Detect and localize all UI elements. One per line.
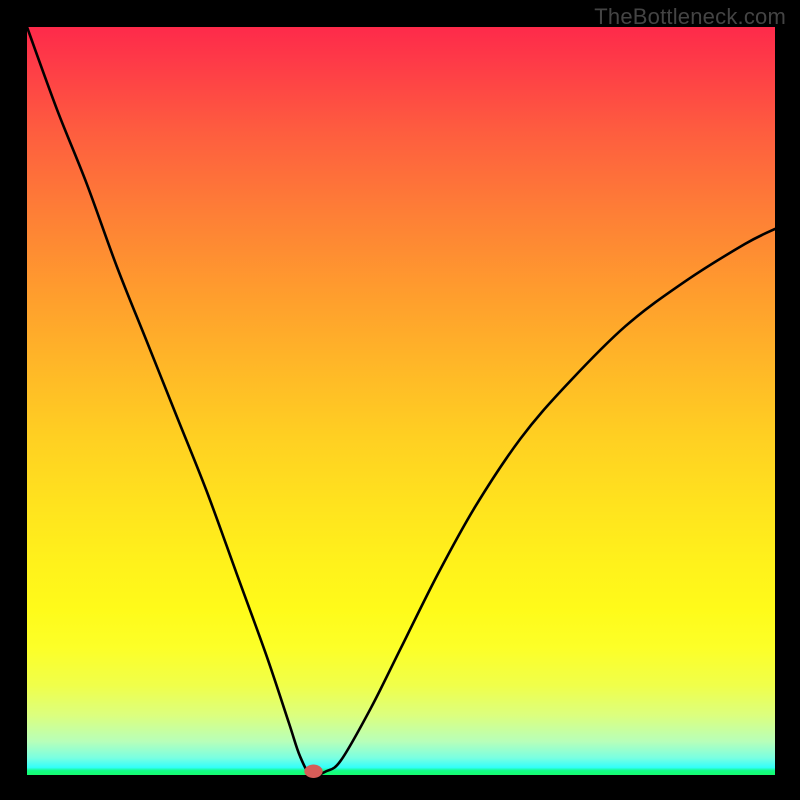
watermark-text: TheBottleneck.com bbox=[594, 4, 786, 30]
bottleneck-marker bbox=[304, 765, 322, 778]
bottleneck-curve bbox=[27, 27, 775, 776]
plot-area bbox=[27, 27, 775, 775]
chart-svg bbox=[27, 27, 775, 775]
chart-frame: TheBottleneck.com bbox=[0, 0, 800, 800]
